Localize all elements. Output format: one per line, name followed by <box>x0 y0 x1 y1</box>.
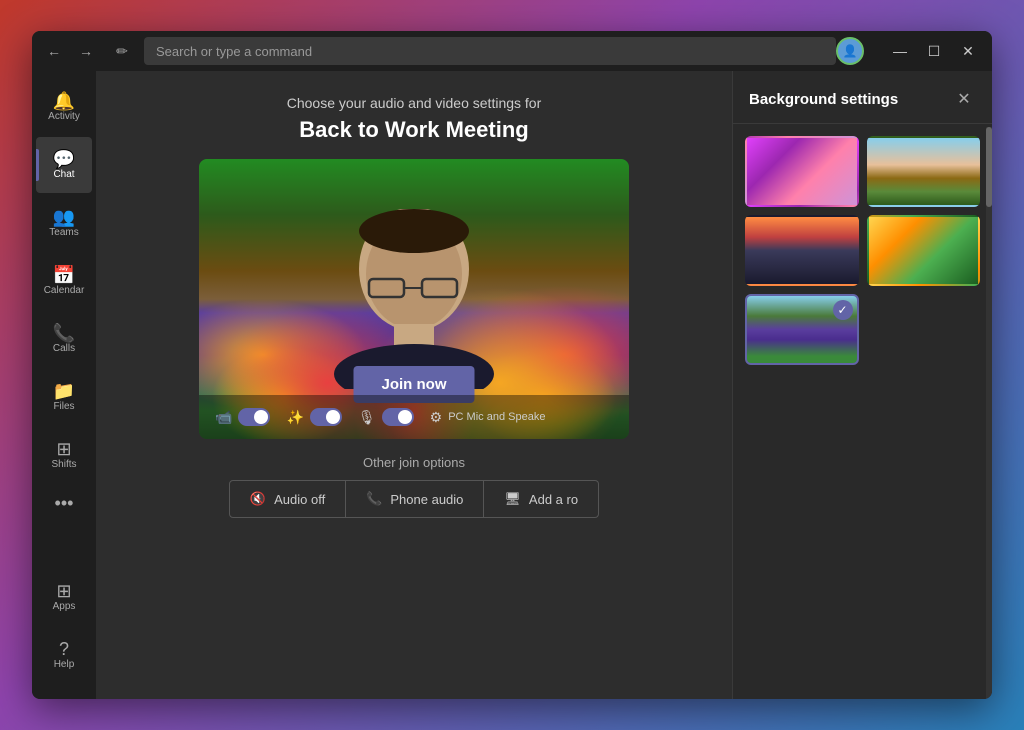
panel-close-button[interactable]: ✕ <box>952 87 976 111</box>
search-placeholder: Search or type a command <box>156 44 312 59</box>
sidebar-item-chat[interactable]: 💬 Chat <box>36 137 92 193</box>
apps-icon: ⊞ <box>56 582 71 600</box>
speaker-settings-icon: ⚙ <box>430 409 443 426</box>
calendar-icon: 📅 <box>53 266 75 284</box>
bg-thumbnail-1[interactable] <box>745 136 859 207</box>
bg-thumbnail-3[interactable] <box>745 215 859 286</box>
camera-icon: 📹 <box>215 409 232 426</box>
phone-icon: 📞 <box>366 491 382 507</box>
main-layout: 🔔 Activity 💬 Chat 👥 Teams 📅 Calendar 📞 <box>32 71 992 699</box>
maximize-button[interactable]: ☐ <box>918 37 950 65</box>
join-options-row: 🔇 Audio off 📞 Phone audio 🖥 Add a ro <box>116 480 712 518</box>
calls-icon: 📞 <box>53 324 75 342</box>
camera-control: 📹 <box>215 408 270 426</box>
phone-audio-label: Phone audio <box>390 492 463 507</box>
avatar[interactable]: 👤 <box>836 37 864 65</box>
mic-icon: 🎙 <box>358 409 376 426</box>
camera-toggle[interactable] <box>238 408 270 426</box>
speaker-control: ⚙ PC Mic and Speake <box>430 409 546 426</box>
title-bar: ← → ✏ Search or type a command 👤 — ☐ ✕ <box>32 31 992 71</box>
audio-off-label: Audio off <box>274 492 325 507</box>
panel-header: Background settings ✕ <box>733 71 992 124</box>
sidebar-label-chat: Chat <box>53 170 74 180</box>
blur-toggle[interactable] <box>310 408 342 426</box>
sidebar-label-help: Help <box>54 660 75 670</box>
blur-icon: ✨ <box>286 409 303 426</box>
back-button[interactable]: ← <box>40 37 68 65</box>
minimize-button[interactable]: — <box>884 37 916 65</box>
sidebar-item-apps[interactable]: ⊞ Apps <box>36 569 92 625</box>
sidebar-item-files[interactable]: 📁 Files <box>36 369 92 425</box>
compose-button[interactable]: ✏ <box>108 37 136 65</box>
video-preview: Join now 📹 ✨ 🎙 <box>199 159 629 439</box>
sidebar-item-calls[interactable]: 📞 Calls <box>36 311 92 367</box>
sidebar-label-calls: Calls <box>53 344 75 354</box>
sidebar-label-teams: Teams <box>49 228 78 238</box>
sidebar-label-activity: Activity <box>48 112 80 122</box>
bg-thumbnails-grid <box>733 124 992 377</box>
content-area: Choose your audio and video settings for… <box>96 71 732 699</box>
activity-icon: 🔔 <box>53 92 75 110</box>
sidebar-item-teams[interactable]: 👥 Teams <box>36 195 92 251</box>
bg-thumbnail-5[interactable] <box>745 294 859 365</box>
sidebar-item-help[interactable]: ? Help <box>36 627 92 683</box>
blur-control: ✨ <box>286 408 341 426</box>
files-icon: 📁 <box>53 382 75 400</box>
sidebar-item-activity[interactable]: 🔔 Activity <box>36 79 92 135</box>
person-overlay <box>314 209 514 389</box>
sidebar-label-apps: Apps <box>53 602 76 612</box>
other-join-options: Other join options 🔇 Audio off 📞 Phone a… <box>116 455 712 518</box>
mic-control: 🎙 <box>358 408 414 426</box>
sidebar-label-shifts: Shifts <box>51 460 76 470</box>
meeting-subtitle: Choose your audio and video settings for <box>287 95 542 111</box>
bg-thumbnail-4[interactable] <box>867 215 981 286</box>
teams-icon: 👥 <box>53 208 75 226</box>
search-bar[interactable]: Search or type a command <box>144 37 836 65</box>
add-room-button[interactable]: 🖥 Add a ro <box>484 480 599 518</box>
more-button[interactable]: ••• <box>55 485 74 522</box>
sidebar-bottom: ⊞ Apps ? Help <box>36 569 92 691</box>
forward-button[interactable]: → <box>72 37 100 65</box>
sidebar: 🔔 Activity 💬 Chat 👥 Teams 📅 Calendar 📞 <box>32 71 96 699</box>
video-controls: 📹 ✨ 🎙 ⚙ PC Mic and <box>199 395 629 439</box>
window-controls: — ☐ ✕ <box>884 37 984 65</box>
sidebar-label-files: Files <box>53 402 74 412</box>
add-room-label: Add a ro <box>529 492 578 507</box>
audio-off-icon: 🔇 <box>250 491 266 507</box>
shifts-icon: ⊞ <box>56 440 71 458</box>
phone-audio-button[interactable]: 📞 Phone audio <box>346 480 484 518</box>
sidebar-item-calendar[interactable]: 📅 Calendar <box>36 253 92 309</box>
chat-icon: 💬 <box>53 150 75 168</box>
mic-toggle[interactable] <box>382 408 414 426</box>
sidebar-item-shifts[interactable]: ⊞ Shifts <box>36 427 92 483</box>
room-icon: 🖥 <box>504 491 521 507</box>
bg-thumbnail-2[interactable] <box>867 136 981 207</box>
scrollbar-thumb[interactable] <box>986 127 992 207</box>
close-button[interactable]: ✕ <box>952 37 984 65</box>
speaker-label: PC Mic and Speake <box>448 411 545 423</box>
bg-settings-panel: Background settings ✕ <box>732 71 992 699</box>
panel-title: Background settings <box>749 91 898 108</box>
other-options-label: Other join options <box>116 455 712 470</box>
meeting-title: Back to Work Meeting <box>299 117 528 143</box>
sidebar-label-calendar: Calendar <box>44 286 85 296</box>
meeting-setup: Choose your audio and video settings for… <box>96 71 732 534</box>
nav-buttons: ← → <box>40 37 100 65</box>
app-window: ← → ✏ Search or type a command 👤 — ☐ ✕ 🔔… <box>32 31 992 699</box>
sidebar-top: 🔔 Activity 💬 Chat 👥 Teams 📅 Calendar 📞 <box>36 79 92 569</box>
scrollbar-track[interactable] <box>986 127 992 699</box>
help-icon: ? <box>59 640 69 658</box>
person-svg <box>314 209 514 389</box>
audio-off-button[interactable]: 🔇 Audio off <box>229 480 346 518</box>
